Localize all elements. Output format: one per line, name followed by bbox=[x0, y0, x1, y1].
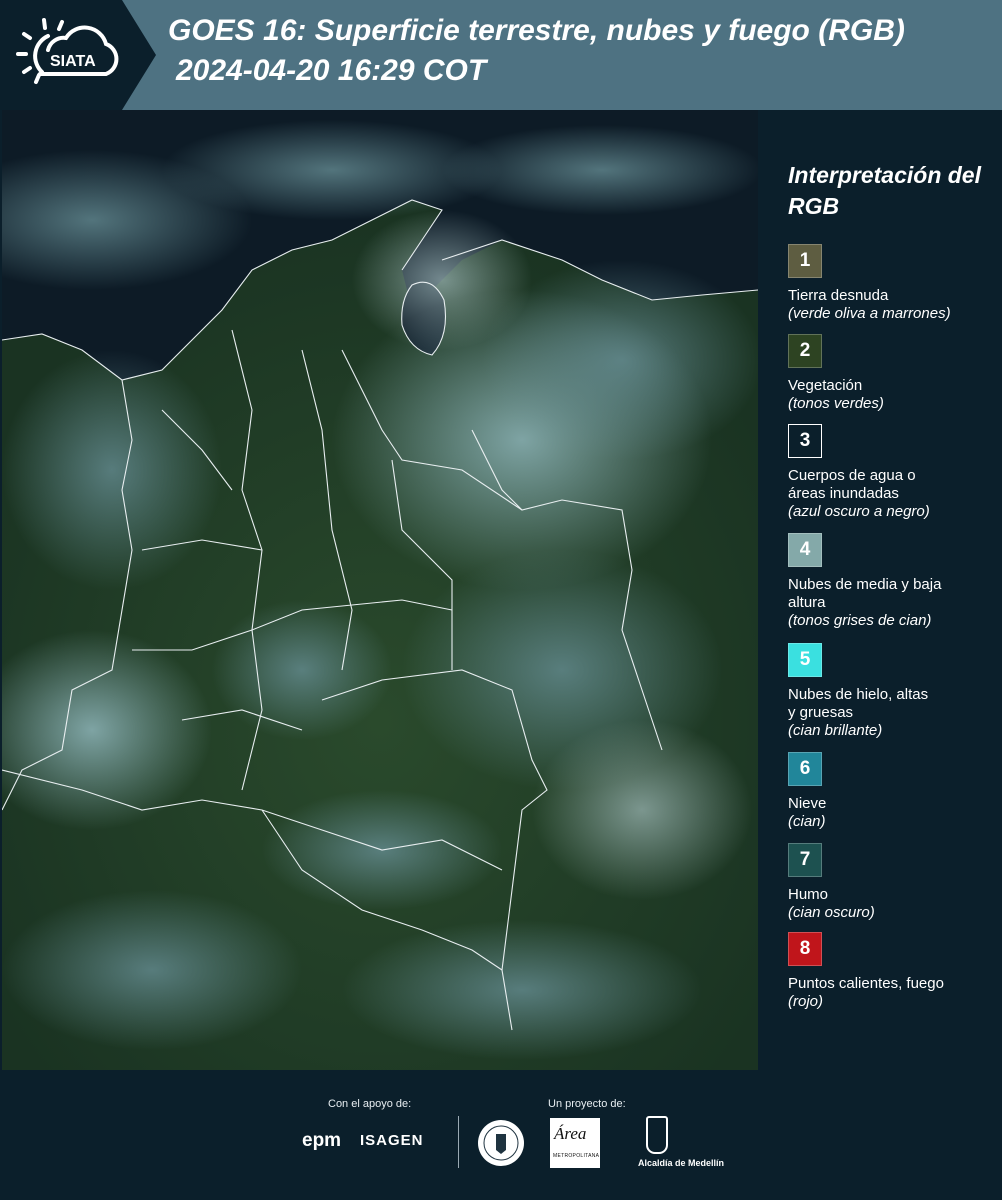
header: SIATA GOES 16: Superficie terrestre, nub… bbox=[0, 0, 1002, 110]
legend-swatch: 3 bbox=[788, 424, 822, 458]
support-label: Con el apoyo de: bbox=[328, 1098, 412, 1110]
epm-logo: epm bbox=[302, 1130, 342, 1151]
footer: Con el apoyo de: Un proyecto de: epm ISA… bbox=[0, 1070, 1002, 1200]
legend-note: (rojo) bbox=[788, 993, 824, 1010]
legend-note: (cian brillante) bbox=[788, 722, 883, 739]
legend-note: (azul oscuro a negro) bbox=[788, 503, 930, 520]
logo-text: SIATA bbox=[50, 53, 96, 70]
medellin-logo: Alcaldía de Medellín bbox=[638, 1116, 724, 1172]
legend-label: Humo bbox=[788, 886, 829, 903]
amva-logo-text: Área bbox=[554, 1124, 587, 1143]
shield-icon bbox=[646, 1116, 668, 1154]
legend-note: (tonos grises de cian) bbox=[788, 612, 932, 629]
legend-item-bare-land: 1 Tierra desnuda (verde oliva a marrones… bbox=[788, 244, 998, 323]
legend-label: Cuerpos de agua o áreas inundadas bbox=[788, 467, 916, 502]
project-label: Un proyecto de: bbox=[548, 1098, 626, 1110]
legend-label: Nubes de hielo, altas y gruesas bbox=[788, 686, 929, 721]
legend-swatch: 5 bbox=[788, 643, 822, 677]
satellite-image bbox=[2, 110, 758, 1070]
legend-note: (verde oliva a marrones) bbox=[788, 305, 951, 322]
legend-swatch: 4 bbox=[788, 533, 822, 567]
legend-swatch: 1 bbox=[788, 244, 822, 278]
medellin-logo-text: Alcaldía de Medellín bbox=[638, 1158, 725, 1168]
legend-item-snow: 6 Nieve (cian) bbox=[788, 752, 998, 831]
legend-item-vegetation: 2 Vegetación (tonos verdes) bbox=[788, 334, 998, 413]
legend-swatch: 7 bbox=[788, 843, 822, 877]
legend-item-ice-clouds: 5 Nubes de hielo, altas y gruesas (cian … bbox=[788, 643, 998, 740]
legend-panel: Interpretación del RGB 1 Tierra desnuda … bbox=[760, 110, 1002, 1070]
page-title: GOES 16: Superficie terrestre, nubes y f… bbox=[168, 14, 905, 47]
legend-swatch: 6 bbox=[788, 752, 822, 786]
legend-item-fire: 8 Puntos calientes, fuego (rojo) bbox=[788, 932, 998, 1011]
legend-label: Nubes de media y baja altura bbox=[788, 576, 942, 611]
siata-logo: SIATA bbox=[16, 18, 119, 84]
isagen-logo: ISAGEN bbox=[360, 1132, 424, 1149]
udea-seal-icon bbox=[478, 1120, 524, 1166]
footer-divider bbox=[458, 1116, 459, 1168]
legend-swatch: 8 bbox=[788, 932, 822, 966]
legend-label: Vegetación bbox=[788, 377, 863, 394]
legend-item-water: 3 Cuerpos de agua o áreas inundadas (azu… bbox=[788, 424, 998, 521]
legend-item-smoke: 7 Humo (cian oscuro) bbox=[788, 843, 998, 922]
legend-note: (cian oscuro) bbox=[788, 904, 875, 921]
legend-swatch: 2 bbox=[788, 334, 822, 368]
legend-title: Interpretación del RGB bbox=[788, 162, 981, 219]
legend-note: (tonos verdes) bbox=[788, 395, 884, 412]
legend-label: Puntos calientes, fuego bbox=[788, 975, 944, 992]
amva-logo-subtext: METROPOLITANA bbox=[553, 1153, 600, 1159]
legend-item-low-clouds: 4 Nubes de media y baja altura (tonos gr… bbox=[788, 533, 998, 630]
amva-logo: Área METROPOLITANA bbox=[550, 1118, 600, 1168]
legend-label: Tierra desnuda bbox=[788, 287, 889, 304]
page-subtitle-timestamp: 2024-04-20 16:29 COT bbox=[176, 54, 487, 87]
legend-label: Nieve bbox=[788, 795, 827, 812]
legend-note: (cian) bbox=[788, 813, 826, 830]
